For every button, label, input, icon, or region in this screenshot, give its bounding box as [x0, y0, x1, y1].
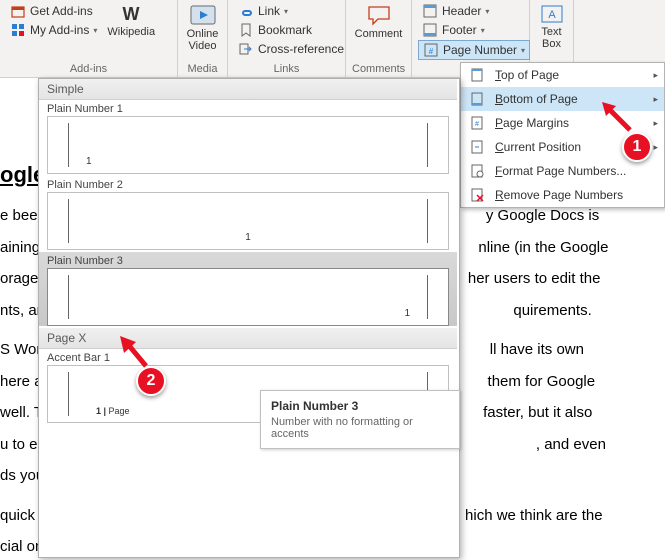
- menu-top-label: op of Page: [501, 68, 559, 82]
- wikipedia-button[interactable]: W Wikipedia: [103, 2, 159, 40]
- gallery-item-label: Accent Bar 1: [47, 351, 449, 365]
- gallery-header-pagex: Page X: [39, 328, 457, 349]
- online-video-label: Online Video: [187, 28, 219, 52]
- submenu-arrow-icon: ▸: [653, 94, 658, 105]
- submenu-arrow-icon: ▸: [653, 142, 658, 153]
- gallery-scroll[interactable]: Simple Plain Number 1 1 Plain Number 2 1…: [39, 79, 459, 557]
- xref-icon: [238, 41, 254, 57]
- store-icon: [10, 3, 26, 19]
- group-label-links: Links: [234, 61, 339, 77]
- group-label-media: Media: [184, 61, 221, 77]
- get-addins-label: Get Add-ins: [30, 4, 93, 18]
- submenu-arrow-icon: ▸: [653, 118, 658, 129]
- svg-text:A: A: [548, 9, 556, 21]
- page-number-button[interactable]: # Page Number ▾: [418, 40, 530, 60]
- footer-button[interactable]: Footer ▾: [418, 21, 489, 39]
- menu-format-label: ormat Page Numbers...: [502, 164, 626, 178]
- text-box-label: Text Box: [541, 26, 561, 50]
- link-icon: [238, 3, 254, 19]
- wikipedia-icon: W: [119, 4, 143, 24]
- my-addins-button[interactable]: My Add-ins ▾: [6, 21, 101, 39]
- text-box-button[interactable]: A Text Box: [536, 2, 568, 52]
- top-page-icon: [467, 67, 487, 83]
- link-button[interactable]: Link ▾: [234, 2, 292, 20]
- bookmark-icon: [238, 22, 254, 38]
- margins-icon: #: [467, 115, 487, 131]
- menu-remove-page-numbers[interactable]: Remove Page Numbers: [461, 183, 664, 207]
- comment-icon: [366, 4, 392, 26]
- current-pos-icon: [467, 139, 487, 155]
- my-addins-label: My Add-ins: [30, 23, 89, 37]
- gallery-item-plain-number-1[interactable]: Plain Number 1 1: [39, 100, 457, 174]
- menu-format-page-numbers[interactable]: Format Page Numbers...: [461, 159, 664, 183]
- footer-label: Footer: [442, 23, 477, 37]
- bottom-page-icon: [467, 91, 487, 107]
- tooltip-plain-number-3: Plain Number 3 Number with no formatting…: [260, 390, 460, 449]
- page-number-icon: #: [423, 42, 439, 58]
- comment-button[interactable]: Comment: [351, 2, 407, 42]
- footer-icon: [422, 22, 438, 38]
- gallery-preview: 1: [47, 268, 449, 326]
- bookmark-label: Bookmark: [258, 23, 312, 37]
- wikipedia-label: Wikipedia: [107, 26, 155, 38]
- link-label: Link: [258, 4, 280, 18]
- online-video-button[interactable]: Online Video: [183, 2, 223, 54]
- menu-bottom-of-page[interactable]: Bottom of Page ▸: [461, 87, 664, 111]
- group-label-addins: Add-ins: [6, 61, 171, 77]
- get-addins-button[interactable]: Get Add-ins: [6, 2, 97, 20]
- group-label-comments: Comments: [352, 61, 405, 77]
- tooltip-body: Number with no formatting or accents: [271, 416, 449, 440]
- gallery-preview: 1: [47, 192, 449, 250]
- menu-remove-label: emove Page Numbers: [504, 188, 623, 202]
- format-icon: [467, 163, 487, 179]
- header-button[interactable]: Header ▾: [418, 2, 493, 20]
- gallery-item-label: Plain Number 3: [47, 254, 449, 268]
- gallery-preview: 1: [47, 116, 449, 174]
- gallery-header-simple: Simple: [39, 79, 457, 100]
- cross-reference-button[interactable]: Cross-reference: [234, 40, 348, 58]
- svg-text:#: #: [475, 121, 479, 128]
- tooltip-title: Plain Number 3: [271, 399, 449, 413]
- remove-icon: [467, 187, 487, 203]
- xref-label: Cross-reference: [258, 42, 344, 56]
- page-number-label: Page Number: [443, 43, 517, 57]
- gallery-item-label: Plain Number 2: [47, 178, 449, 192]
- submenu-arrow-icon: ▸: [653, 70, 658, 81]
- gallery-item-plain-number-3[interactable]: Plain Number 3 1: [39, 252, 457, 326]
- menu-bottom-label: ottom of Page: [503, 92, 578, 106]
- svg-text:#: #: [429, 47, 434, 56]
- bottom-of-page-gallery: Simple Plain Number 1 1 Plain Number 2 1…: [38, 78, 460, 558]
- gallery-item-label: Plain Number 1: [47, 102, 449, 116]
- gallery-item-plain-number-2[interactable]: Plain Number 2 1: [39, 176, 457, 250]
- addins-icon: [10, 22, 26, 38]
- video-icon: [189, 4, 217, 26]
- svg-text:W: W: [123, 4, 140, 24]
- annotation-marker-2: 2: [136, 366, 166, 396]
- header-icon: [422, 3, 438, 19]
- menu-top-of-page[interactable]: Top of Page ▸: [461, 63, 664, 87]
- annotation-marker-1: 1: [622, 132, 652, 162]
- menu-margins-label: age Margins: [503, 116, 569, 130]
- comment-label: Comment: [355, 28, 403, 40]
- textbox-icon: A: [540, 4, 564, 24]
- bookmark-button[interactable]: Bookmark: [234, 21, 316, 39]
- menu-current-label: urrent Position: [504, 140, 581, 154]
- header-label: Header: [442, 4, 481, 18]
